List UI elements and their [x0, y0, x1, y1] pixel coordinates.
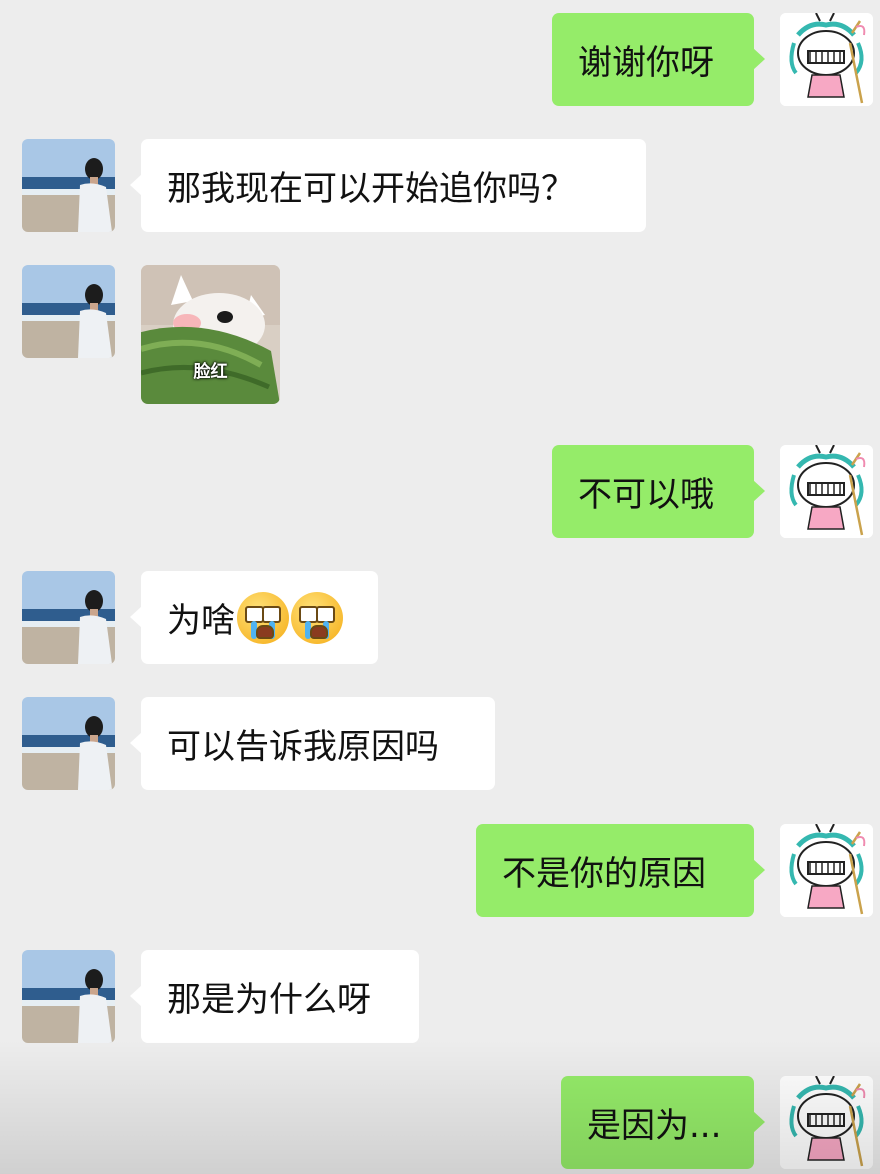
message-bubble-outgoing[interactable]: 不是你的原因	[476, 824, 765, 917]
message-text: 为啥	[167, 601, 235, 641]
message-text: 不可以哦	[578, 475, 714, 515]
doodle-avatar-image	[780, 445, 873, 538]
my-avatar[interactable]	[780, 824, 873, 917]
message-bubble-incoming[interactable]: 可以告诉我原因吗	[130, 697, 495, 790]
message-bubble-incoming[interactable]: 为啥	[130, 571, 378, 664]
chat-area[interactable]: 谢谢你呀 那我现在可以开始追你吗？ 脸红 不可以哦 为啥 可以告诉我原因吗 不是…	[0, 0, 880, 1174]
message-bubble-incoming[interactable]: 那我现在可以开始追你吗？	[130, 139, 646, 232]
crying-emoji-icon	[291, 591, 343, 644]
blushing-cat-sticker-image	[141, 265, 280, 404]
message-text: 不是你的原因	[502, 854, 706, 894]
message-bubble-outgoing[interactable]: 不可以哦	[552, 445, 765, 538]
sticker-caption: 脸红	[193, 362, 228, 382]
doodle-avatar-image	[780, 1076, 873, 1169]
my-avatar[interactable]	[780, 1076, 873, 1169]
contact-avatar[interactable]	[22, 265, 115, 358]
sticker-message[interactable]: 脸红	[141, 265, 280, 404]
message-text: 谢谢你呀	[578, 43, 714, 83]
crying-emoji-icon	[237, 591, 289, 644]
message-bubble-outgoing[interactable]: 是因为...	[561, 1076, 765, 1169]
beach-avatar-image	[22, 265, 115, 358]
message-bubble-incoming[interactable]: 那是为什么呀	[130, 950, 419, 1043]
message-text: 可以告诉我原因吗	[167, 727, 439, 767]
beach-avatar-image	[22, 697, 115, 790]
message-bubble-outgoing[interactable]: 谢谢你呀	[552, 13, 765, 106]
contact-avatar[interactable]	[22, 571, 115, 664]
message-text: 那是为什么呀	[167, 980, 371, 1020]
beach-avatar-image	[22, 139, 115, 232]
beach-avatar-image	[22, 950, 115, 1043]
doodle-avatar-image	[780, 13, 873, 106]
beach-avatar-image	[22, 571, 115, 664]
message-text: 那我现在可以开始追你吗？	[167, 169, 575, 209]
message-text: 是因为...	[587, 1106, 722, 1146]
contact-avatar[interactable]	[22, 139, 115, 232]
contact-avatar[interactable]	[22, 950, 115, 1043]
my-avatar[interactable]	[780, 13, 873, 106]
my-avatar[interactable]	[780, 445, 873, 538]
doodle-avatar-image	[780, 824, 873, 917]
contact-avatar[interactable]	[22, 697, 115, 790]
